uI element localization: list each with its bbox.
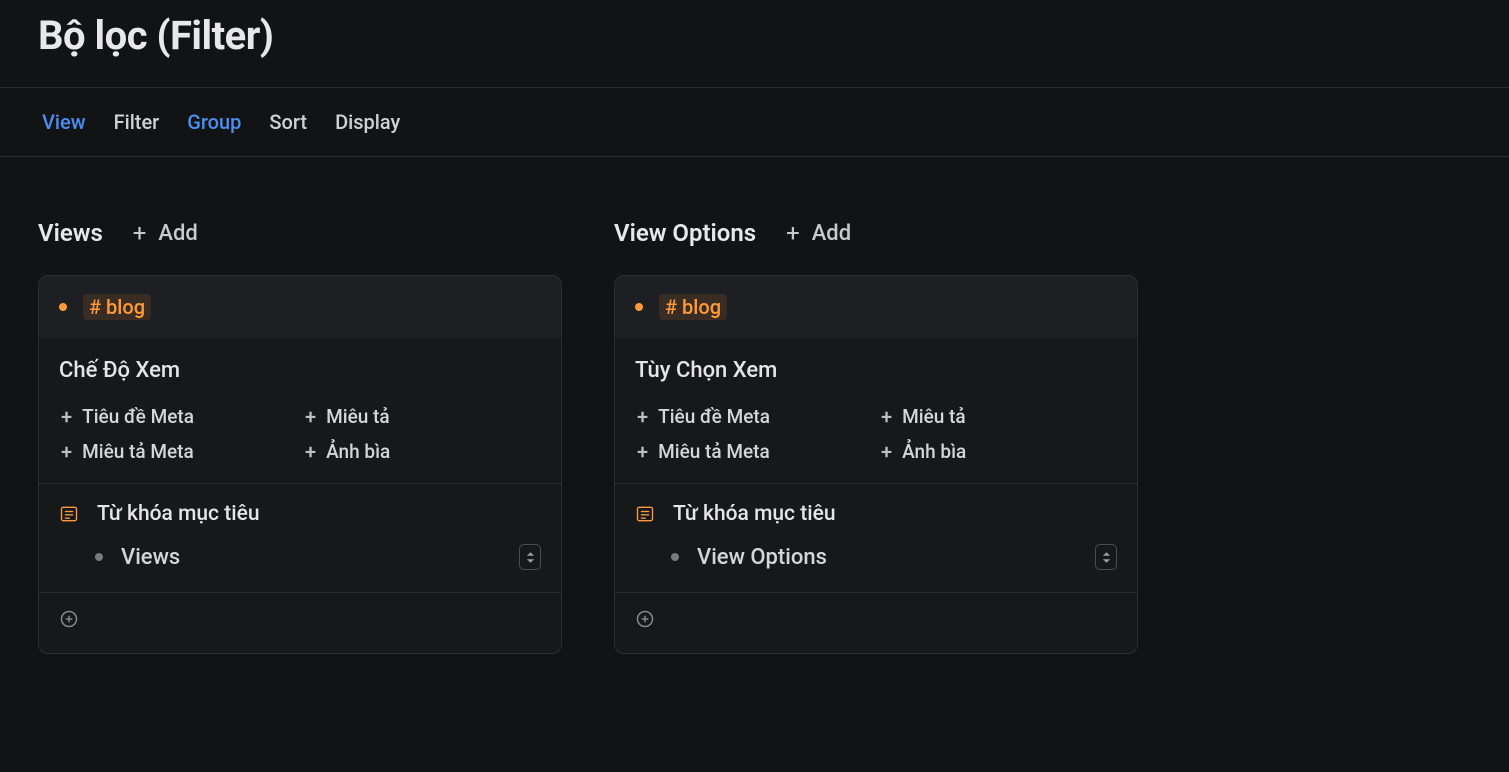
plus-icon: + <box>305 407 316 427</box>
select-value: View Options <box>697 545 1077 570</box>
add-label: Add <box>158 221 197 246</box>
plus-icon: + <box>61 442 72 462</box>
keyword-label: Từ khóa mục tiêu <box>673 502 836 526</box>
subtitle-row: Chế Độ Xem <box>39 338 561 391</box>
select-row[interactable]: View Options <box>615 534 1137 593</box>
plus-icon: + <box>637 442 648 462</box>
keyword-label: Từ khóa mục tiêu <box>97 502 260 526</box>
plus-icon: + <box>61 407 72 427</box>
chip-meta-description[interactable]: + Miêu tả Meta <box>637 440 871 463</box>
add-item-button[interactable] <box>635 614 655 633</box>
chip-label: Miêu tả Meta <box>82 440 194 463</box>
plus-icon: + <box>637 407 648 427</box>
chip-label: Miêu tả <box>902 405 966 428</box>
select-value: Views <box>121 545 501 570</box>
tag-badge: # blog <box>83 294 151 320</box>
chip-label: Miêu tả <box>326 405 390 428</box>
bullet-dot-icon <box>95 553 103 561</box>
card-footer <box>615 593 1137 653</box>
circle-plus-icon <box>59 609 79 629</box>
chevron-up-icon <box>1102 551 1111 557</box>
keyword-row: Từ khóa mục tiêu <box>39 484 561 534</box>
section-header: View Options + Add <box>614 219 1138 247</box>
chip-label: Ảnh bìa <box>902 440 966 463</box>
content-area: Views + Add # blog Chế Độ Xem + Tiêu đề M… <box>0 157 1509 694</box>
add-button[interactable]: + Add <box>786 221 851 246</box>
chip-meta-title[interactable]: + Tiêu đề Meta <box>637 405 871 428</box>
select-stepper[interactable] <box>1095 544 1117 570</box>
card-view-options: # blog Tùy Chọn Xem + Tiêu đề Meta + Miêu … <box>614 275 1138 654</box>
tab-group[interactable]: Group <box>187 110 241 134</box>
chips-grid: + Tiêu đề Meta + Miêu tả + Miêu tả Meta + Ản… <box>615 391 1137 484</box>
chevron-up-icon <box>526 551 535 557</box>
card-footer <box>39 593 561 653</box>
keyword-row: Từ khóa mục tiêu <box>615 484 1137 534</box>
plus-icon: + <box>881 407 892 427</box>
page-header: Bộ lọc (Filter) <box>0 0 1509 88</box>
select-row[interactable]: Views <box>39 534 561 593</box>
tab-display[interactable]: Display <box>335 110 400 134</box>
circle-plus-icon <box>635 609 655 629</box>
chips-grid: + Tiêu đề Meta + Miêu tả + Miêu tả Meta + Ản… <box>39 391 561 484</box>
badge-row[interactable]: # blog <box>39 276 561 338</box>
chip-meta-description[interactable]: + Miêu tả Meta <box>61 440 295 463</box>
add-button[interactable]: + Add <box>133 221 198 246</box>
chip-label: Tiêu đề Meta <box>82 405 194 428</box>
plus-icon: + <box>305 442 316 462</box>
section-title: Views <box>38 219 103 247</box>
tabs-row: View Filter Group Sort Display <box>0 88 1509 157</box>
plus-icon: + <box>881 442 892 462</box>
card-subtitle: Tùy Chọn Xem <box>635 358 777 383</box>
chevron-down-icon <box>526 558 535 564</box>
tab-filter[interactable]: Filter <box>114 110 160 134</box>
chip-cover-image[interactable]: + Ảnh bìa <box>881 440 1115 463</box>
card-views: # blog Chế Độ Xem + Tiêu đề Meta + Miêu tả… <box>38 275 562 654</box>
add-item-button[interactable] <box>59 614 79 633</box>
chip-label: Ảnh bìa <box>326 440 390 463</box>
section-title: View Options <box>614 219 756 247</box>
section-views: Views + Add # blog Chế Độ Xem + Tiêu đề M… <box>38 219 562 654</box>
add-label: Add <box>812 221 851 246</box>
page-title: Bộ lọc (Filter) <box>38 12 1471 59</box>
chip-label: Tiêu đề Meta <box>658 405 770 428</box>
list-icon <box>59 504 79 524</box>
tab-sort[interactable]: Sort <box>269 110 307 134</box>
badge-row[interactable]: # blog <box>615 276 1137 338</box>
chevron-down-icon <box>1102 558 1111 564</box>
tab-view[interactable]: View <box>42 110 86 134</box>
chip-label: Miêu tả Meta <box>658 440 770 463</box>
subtitle-row: Tùy Chọn Xem <box>615 338 1137 391</box>
select-stepper[interactable] <box>519 544 541 570</box>
section-header: Views + Add <box>38 219 562 247</box>
section-view-options: View Options + Add # blog Tùy Chọn Xem +… <box>614 219 1138 654</box>
bullet-dot-icon <box>671 553 679 561</box>
card-subtitle: Chế Độ Xem <box>59 358 180 383</box>
status-dot-icon <box>635 303 643 311</box>
chip-description[interactable]: + Miêu tả <box>305 405 539 428</box>
tag-badge: # blog <box>659 294 727 320</box>
list-icon <box>635 504 655 524</box>
plus-icon: + <box>786 221 800 245</box>
status-dot-icon <box>59 303 67 311</box>
chip-meta-title[interactable]: + Tiêu đề Meta <box>61 405 295 428</box>
chip-description[interactable]: + Miêu tả <box>881 405 1115 428</box>
chip-cover-image[interactable]: + Ảnh bìa <box>305 440 539 463</box>
plus-icon: + <box>133 221 147 245</box>
